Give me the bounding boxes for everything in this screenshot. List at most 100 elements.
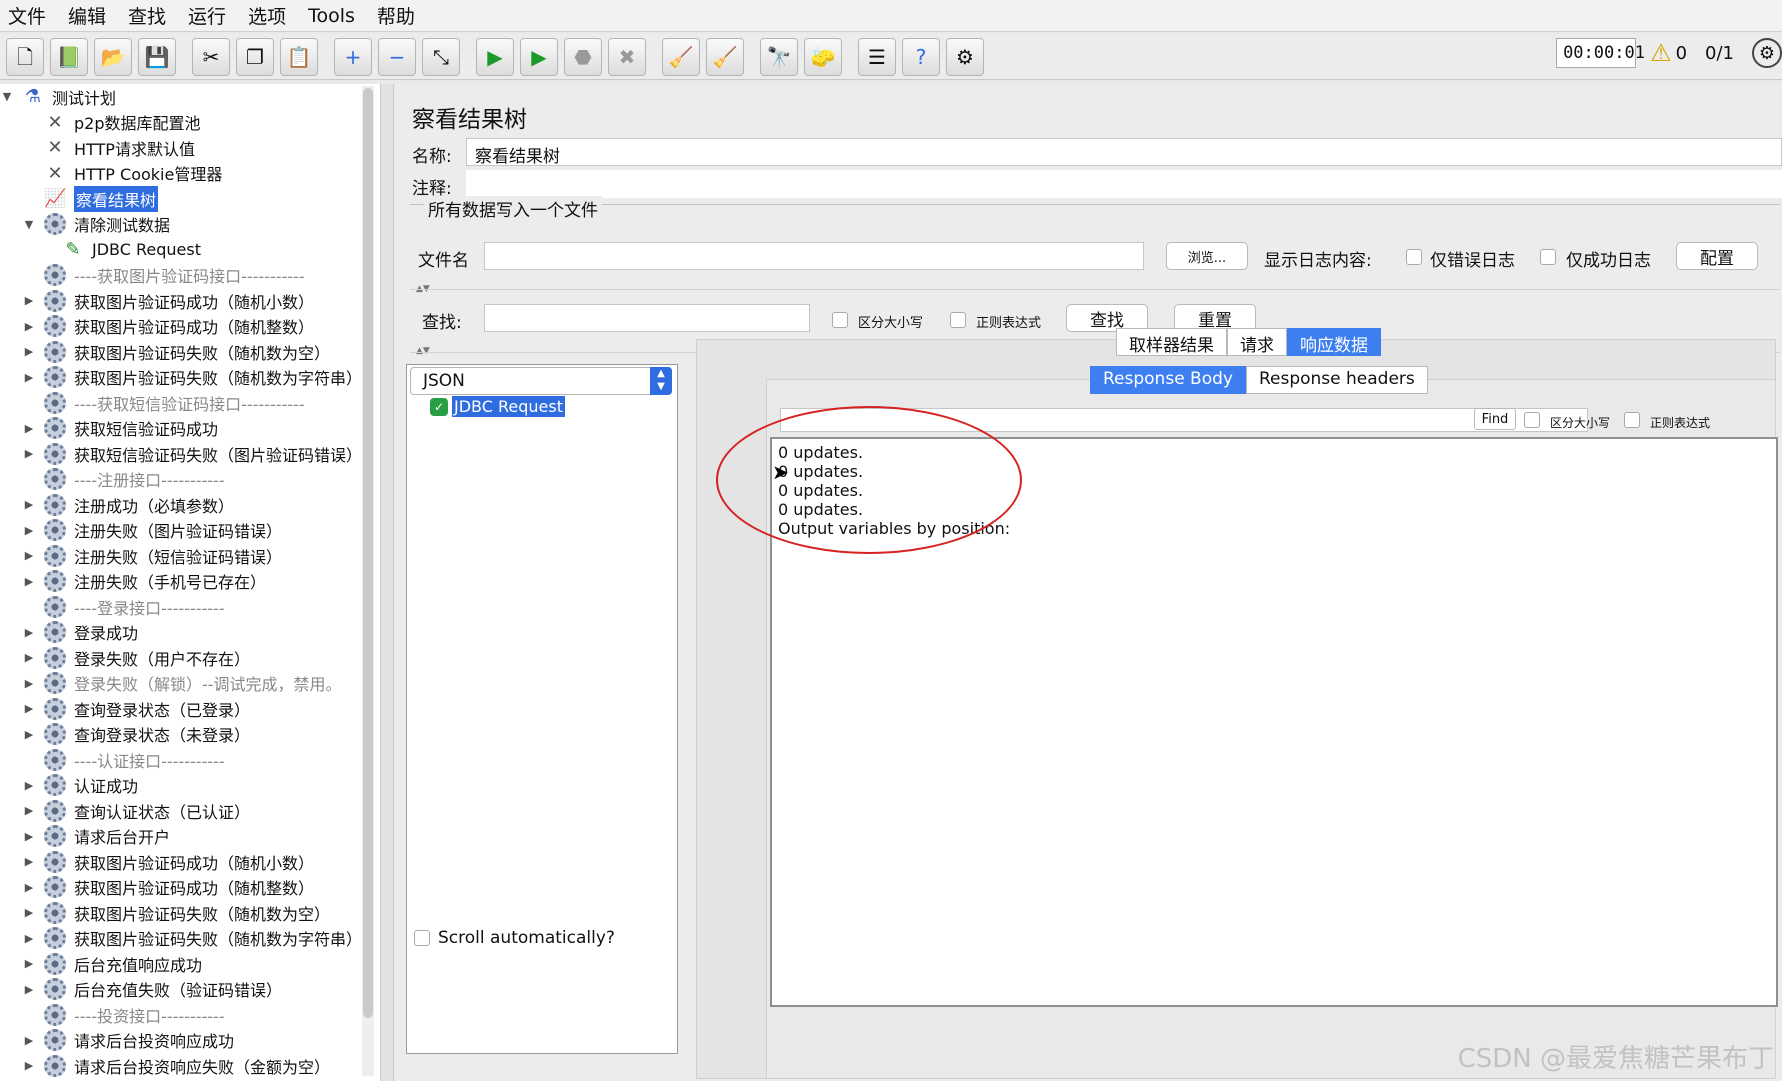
collapse-arrow-icon[interactable]: ▶	[22, 524, 36, 537]
menu-file[interactable]: 文件	[8, 2, 46, 29]
tab-sampler-result[interactable]: 取样器结果	[1116, 328, 1227, 356]
cut-icon[interactable]: ✂	[192, 37, 230, 76]
collapse-arrow-icon[interactable]: ▶	[22, 855, 36, 868]
tree-item[interactable]: ▶ 获取图片验证码成功（随机小数）	[22, 288, 314, 313]
remote-icon[interactable]: ⚙	[946, 37, 984, 76]
errors-only-checkbox[interactable]	[1406, 249, 1422, 265]
collapse-arrow-icon[interactable]: ▶	[22, 804, 36, 817]
tree-item[interactable]: ▶ 获取图片验证码失败（随机数为字符串）	[22, 926, 362, 951]
start-no-pause-icon[interactable]: ▶	[520, 37, 558, 76]
tree-item[interactable]: ----获取短信验证码接口-----------	[22, 390, 305, 415]
tree-item[interactable]: ▶ 获取短信验证码成功	[22, 416, 218, 441]
tree-item[interactable]: ▶ 登录失败（用户不存在）	[22, 645, 250, 670]
shutdown-icon[interactable]: ✖	[608, 37, 646, 76]
remote-status-icon[interactable]: ⚙	[1752, 38, 1782, 68]
collapse-arrow-icon[interactable]: ▶	[22, 906, 36, 919]
clear-all-icon[interactable]: 🧹	[706, 37, 744, 76]
tree-item[interactable]: ▶ 后台充值响应成功	[22, 951, 202, 976]
tree-item[interactable]: ▶ 获取图片验证码成功（随机小数）	[22, 849, 314, 874]
tree-item[interactable]: ▶ 请求后台开户	[22, 824, 170, 849]
toggle-icon[interactable]: ⤡	[422, 37, 460, 76]
collapse-arrow-icon[interactable]: ▶	[22, 320, 36, 333]
tree-item[interactable]: ▶ 请求后台投资响应失败（金额为空）	[22, 1053, 330, 1078]
configure-button[interactable]: 配置	[1676, 242, 1758, 270]
tree-item[interactable]: ▶ 注册成功（必填参数）	[22, 492, 234, 517]
tab-response-headers[interactable]: Response headers	[1245, 366, 1428, 394]
collapse-arrow-icon[interactable]: ▶	[22, 932, 36, 945]
reset-search-icon[interactable]: 🧽	[804, 37, 842, 76]
search-binoculars-icon[interactable]: 🔭	[760, 37, 798, 76]
collapse-arrow-icon[interactable]: ▶	[22, 830, 36, 843]
tree-item[interactable]: ✕ HTTP Cookie管理器	[22, 161, 222, 186]
save-icon[interactable]: 💾	[138, 37, 176, 76]
tree-item[interactable]: ----投资接口-----------	[22, 1002, 225, 1027]
menu-help[interactable]: 帮助	[377, 2, 415, 29]
collapse-arrow-icon[interactable]: ▶	[22, 345, 36, 358]
tree-scrollbar[interactable]	[362, 86, 374, 1076]
split-pane-divider[interactable]	[380, 84, 394, 1081]
tree-item[interactable]: ▶ 登录失败（解锁）--调试完成，禁用。	[22, 671, 342, 696]
tree-item[interactable]: ▶ 获取图片验证码成功（随机整数）	[22, 314, 314, 339]
tree-item[interactable]: ▶ 认证成功	[22, 773, 138, 798]
collapse-arrow-icon[interactable]: ▶	[22, 1034, 36, 1047]
find-regex-checkbox[interactable]	[1624, 412, 1640, 428]
collapse-arrow-icon[interactable]: ▶	[22, 702, 36, 715]
collapse-arrow-icon[interactable]: ▶	[22, 651, 36, 664]
function-helper-icon[interactable]: ☰	[858, 37, 896, 76]
stop-icon[interactable]: ⬣	[564, 37, 602, 76]
tree-root[interactable]: ▼ ⚗ 测试计划	[0, 84, 116, 109]
help-icon[interactable]: ?	[902, 37, 940, 76]
clear-icon[interactable]: 🧹	[662, 37, 700, 76]
result-node[interactable]: ✓ JDBC Request	[430, 396, 565, 417]
tree-item[interactable]: ▶ 注册失败（图片验证码错误）	[22, 518, 282, 543]
tree-item[interactable]: ----获取图片验证码接口-----------	[22, 263, 305, 288]
comment-field[interactable]	[466, 170, 1782, 198]
tree-item[interactable]: ▶ 获取图片验证码失败（随机数为空）	[22, 900, 330, 925]
collapse-arrow-icon[interactable]: ▶	[22, 422, 36, 435]
paste-icon[interactable]: 📋	[280, 37, 318, 76]
expand-arrow-icon[interactable]: ▼	[0, 90, 14, 103]
tab-response-body[interactable]: Response Body	[1090, 366, 1246, 394]
collapse-arrows-2[interactable]: ▲▼	[416, 346, 430, 356]
find-case-checkbox[interactable]	[1524, 412, 1540, 428]
collapse-arrow-icon[interactable]: ▶	[22, 983, 36, 996]
regex-checkbox[interactable]	[950, 312, 966, 328]
case-sensitive-checkbox[interactable]	[832, 312, 848, 328]
find-button[interactable]: Find	[1474, 408, 1516, 430]
collapse-arrow-icon[interactable]: ▶	[22, 575, 36, 588]
scroll-auto-checkbox[interactable]	[414, 930, 430, 946]
menu-search[interactable]: 查找	[128, 2, 166, 29]
open-icon[interactable]: 📂	[94, 37, 132, 76]
collapse-icon[interactable]: −	[378, 37, 416, 76]
collapse-arrow-icon[interactable]: ▶	[22, 957, 36, 970]
expand-arrow-icon[interactable]: ▼	[22, 218, 36, 231]
tab-request[interactable]: 请求	[1227, 328, 1287, 356]
tree-item[interactable]: ▶ 查询登录状态（未登录）	[22, 722, 250, 747]
menu-options[interactable]: 选项	[248, 2, 286, 29]
collapse-arrow-icon[interactable]: ▶	[22, 677, 36, 690]
menu-tools[interactable]: Tools	[308, 5, 355, 27]
collapse-arrow-icon[interactable]: ▶	[22, 881, 36, 894]
tree-item[interactable]: 📈 察看结果树	[22, 185, 159, 212]
tree-item[interactable]: ▶ 查询认证状态（已认证）	[22, 798, 250, 823]
start-icon[interactable]: ▶	[476, 37, 514, 76]
collapse-arrow-icon[interactable]: ▶	[22, 626, 36, 639]
search-field[interactable]	[484, 304, 810, 332]
tree-item[interactable]: ----注册接口-----------	[22, 467, 225, 492]
new-file-icon[interactable]: 🗋	[6, 37, 44, 76]
tree-item[interactable]: ----登录接口-----------	[22, 594, 225, 619]
tree-item[interactable]: ▶ 获取图片验证码失败（随机数为字符串）	[22, 365, 362, 390]
tree-item[interactable]: ▶ 注册失败（手机号已存在）	[22, 569, 266, 594]
warning-icon[interactable]: ⚠	[1650, 39, 1672, 67]
tree-item[interactable]: ▶ 获取图片验证码成功（随机整数）	[22, 875, 314, 900]
tree-item[interactable]: ▶ 登录成功	[22, 620, 138, 645]
menu-edit[interactable]: 编辑	[68, 2, 106, 29]
collapse-arrow-icon[interactable]: ▶	[22, 728, 36, 741]
collapse-arrow-icon[interactable]: ▶	[22, 371, 36, 384]
renderer-select[interactable]: JSON ▲ ▼	[410, 367, 672, 395]
tab-response-data[interactable]: 响应数据	[1287, 328, 1381, 356]
tree-item[interactable]: ▶ 获取图片验证码失败（随机数为空）	[22, 339, 330, 364]
copy-icon[interactable]: ❐	[236, 37, 274, 76]
success-only-checkbox[interactable]	[1540, 249, 1556, 265]
tree-item[interactable]: ▼ 清除测试数据	[22, 212, 170, 237]
